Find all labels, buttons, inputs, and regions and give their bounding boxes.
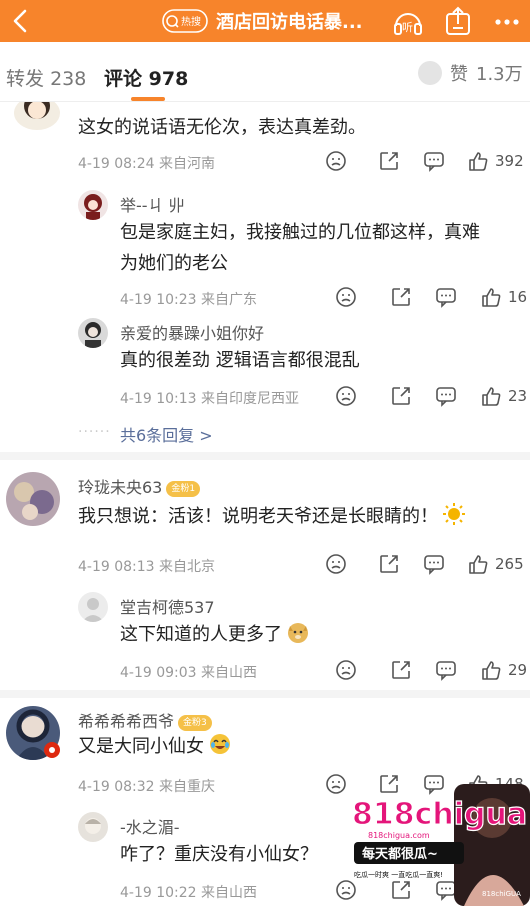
hot-badge-label: 热搜 [181, 15, 201, 28]
tab-likes-label: 赞 [450, 64, 468, 85]
watermark-slogan: 每天都很瓜~ [362, 846, 438, 862]
tab-repost-count: 238 [50, 68, 87, 90]
like-count: 265 [495, 555, 524, 573]
comment-username[interactable]: 希希希希西爷 金粉3 [78, 708, 212, 732]
tab-bar: 转发 238 评论 978 赞 1.3万 [0, 42, 530, 102]
reply-username[interactable]: 举--ㄐ 丱 [120, 192, 185, 216]
comment-username-text: 玲珑未央63 [78, 478, 163, 497]
like-icon[interactable] [480, 385, 502, 407]
top-bar: 热搜 酒店回访电话暴... 听 [0, 0, 530, 42]
like-count: 392 [495, 152, 524, 170]
repost-icon[interactable] [378, 150, 400, 172]
comment-actions: 265 [325, 553, 530, 577]
reply-text: 真的很差劲 逻辑语言都很混乱 [120, 350, 360, 371]
reply-username[interactable]: -水之湄- [120, 814, 180, 838]
comment-text: 我只想说：活该！说明老天爷还是长眼睛的！ [78, 501, 518, 532]
like-count: 23 [508, 387, 528, 405]
comment-username[interactable]: 玲珑未央63 金粉1 [78, 474, 201, 498]
comment-meta: 4-19 08:24 来自河南 [78, 156, 216, 172]
tab-repost[interactable]: 转发 238 [6, 64, 86, 91]
sun-emoji-icon [443, 503, 465, 525]
comment-text-content: 我只想说：活该！说明老天爷还是长眼睛的！ [78, 506, 438, 527]
listen-icon[interactable]: 听 [392, 6, 424, 38]
like-count: 16 [508, 288, 528, 306]
like-avatar [418, 61, 442, 85]
comment-divider [0, 452, 530, 460]
avatar[interactable] [78, 592, 108, 622]
dislike-icon[interactable] [325, 150, 347, 172]
tab-comments-count: 978 [148, 68, 189, 90]
watermark-side-brand: 818chiGUA [482, 890, 521, 898]
avatar[interactable] [6, 472, 60, 526]
reply-text-content: 这下知道的人更多了 [120, 624, 282, 645]
tab-likes[interactable]: 赞 1.3万 [418, 60, 523, 86]
comment-text: 这女的说话语无伦次，表达真差劲。 [78, 117, 366, 138]
page-title[interactable]: 酒店回访电话暴... [216, 8, 386, 34]
comment-icon[interactable] [435, 659, 457, 681]
avatar[interactable] [78, 318, 108, 348]
dislike-icon[interactable] [325, 553, 347, 575]
tab-comments-label: 评论 [104, 68, 143, 90]
back-arrow-icon[interactable] [6, 6, 36, 36]
share-icon[interactable] [443, 6, 473, 38]
more-replies-link[interactable]: 共6条回复 > [120, 422, 213, 446]
reply-thread-dots: ······ [78, 424, 111, 440]
comment-text-content: 又是大同小仙女 [78, 736, 204, 757]
tab-comments[interactable]: 评论 978 [104, 64, 188, 91]
watermark-logo: 818chigua 818chigua.com 每天都很瓜~ 吃瓜一时爽 一直吃… [351, 784, 530, 906]
dislike-icon[interactable] [335, 385, 357, 407]
listen-label: 听 [402, 21, 413, 34]
watermark-domain: 818chigua.com [368, 831, 430, 840]
hong-kong-flag-icon [44, 742, 60, 758]
repost-icon[interactable] [390, 659, 412, 681]
reply-username[interactable]: 亲爱的暴躁小姐你好 [120, 320, 264, 344]
comment-icon[interactable] [435, 385, 457, 407]
doge-emoji-icon [288, 623, 308, 643]
reply-text-line: 为她们的老公 [120, 253, 228, 274]
reply-text-line: 包是家庭主妇，我接触过的几位都这样，真难 [120, 222, 480, 243]
like-icon[interactable] [467, 150, 489, 172]
comment-text: 又是大同小仙女 [78, 731, 518, 762]
hot-search-badge: 热搜 [162, 9, 208, 33]
comment-divider [0, 690, 530, 698]
reply-text: 这下知道的人更多了 [120, 619, 520, 650]
watermark-tagline: 吃瓜一时爽 一直吃瓜一直爽! [354, 870, 443, 879]
reply-text: 包是家庭主妇，我接触过的几位都这样，真难 为她们的老公 [120, 217, 520, 279]
reply-actions: 16 [335, 286, 530, 310]
like-icon[interactable] [480, 286, 502, 308]
reply-meta: 4-19 10:13 来自印度尼西亚 [120, 391, 300, 407]
more-options-icon[interactable] [492, 7, 522, 37]
comment-icon[interactable] [423, 150, 445, 172]
repost-icon[interactable] [378, 553, 400, 575]
active-tab-indicator [131, 97, 165, 101]
comment-meta: 4-19 08:32 来自重庆 [78, 779, 216, 795]
avatar[interactable] [78, 190, 108, 220]
reply-meta: 4-19 10:23 来自广东 [120, 292, 258, 308]
comment-actions: 392 [325, 150, 530, 174]
reply-actions: 29 [335, 659, 530, 683]
avatar[interactable] [78, 812, 108, 842]
fan-badge: 金粉1 [166, 480, 201, 497]
comment-meta: 4-19 08:13 来自北京 [78, 559, 216, 575]
watermark-brand: 818chigua [352, 797, 527, 832]
repost-icon[interactable] [390, 286, 412, 308]
reply-meta: 4-19 10:22 来自山西 [120, 885, 258, 901]
repost-icon[interactable] [390, 385, 412, 407]
reply-actions: 23 [335, 385, 530, 409]
dislike-icon[interactable] [335, 286, 357, 308]
like-icon[interactable] [467, 553, 489, 575]
comment-username-text: 希希希希西爷 [78, 712, 175, 731]
reply-meta: 4-19 09:03 来自山西 [120, 665, 258, 681]
fan-badge: 金粉3 [178, 714, 212, 731]
dislike-icon[interactable] [335, 659, 357, 681]
comment-icon[interactable] [423, 553, 445, 575]
tab-repost-label: 转发 [6, 68, 45, 90]
like-count: 29 [508, 661, 528, 679]
comment-icon[interactable] [435, 286, 457, 308]
like-icon[interactable] [480, 659, 502, 681]
reply-username[interactable]: 堂吉柯德537 [120, 594, 215, 618]
tab-likes-count: 1.3万 [476, 64, 523, 85]
avatar[interactable] [14, 102, 60, 130]
laughing-cry-emoji-icon [210, 734, 230, 754]
